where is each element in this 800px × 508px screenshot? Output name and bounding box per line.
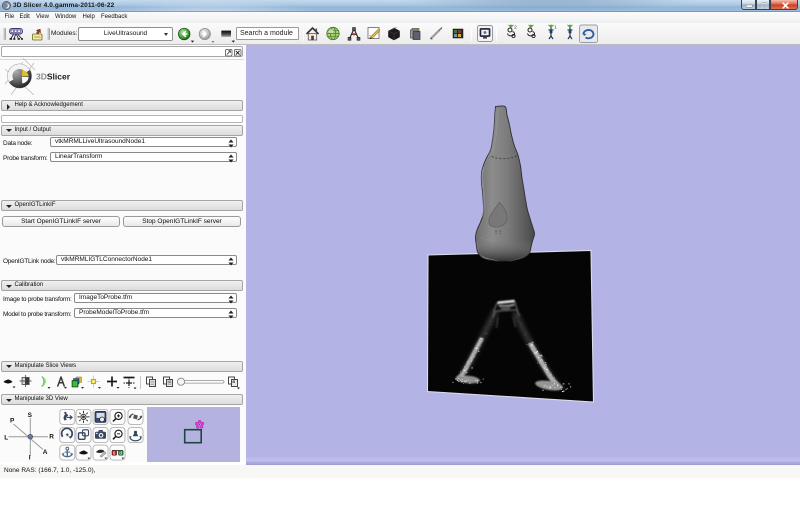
svg-text:1: 1 xyxy=(554,25,557,30)
svg-text:3DSlicer: 3DSlicer xyxy=(36,72,71,82)
svg-text:R: R xyxy=(49,434,54,441)
svg-text:L: L xyxy=(4,435,8,442)
svg-text:2: 2 xyxy=(514,25,517,30)
svg-text:A: A xyxy=(43,449,48,456)
svg-text:I: I xyxy=(29,454,31,461)
svg-text:P: P xyxy=(10,418,15,425)
svg-text:S: S xyxy=(28,412,33,419)
